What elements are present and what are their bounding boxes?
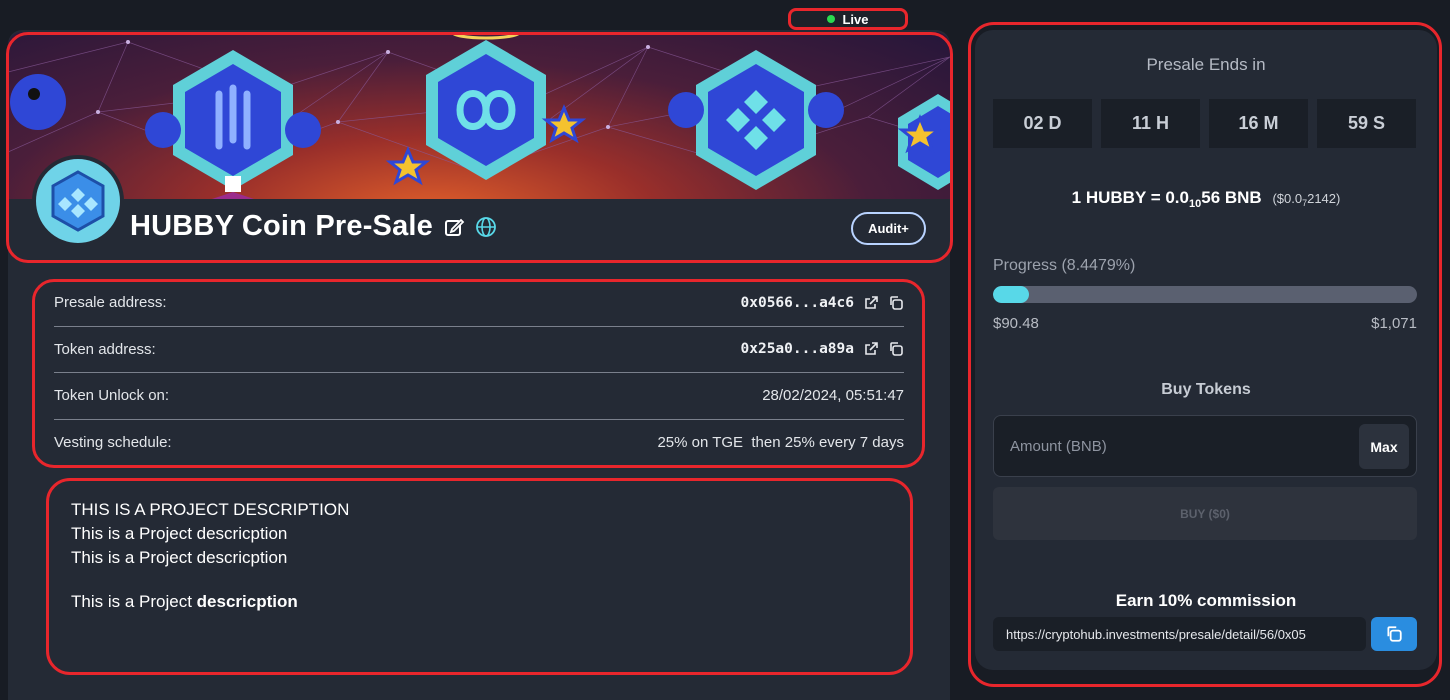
price-main: 1 HUBBY = 0.0	[1071, 188, 1189, 207]
project-description: THIS IS A PROJECT DESCRIPTION This is a …	[71, 498, 349, 614]
copy-icon[interactable]	[888, 295, 904, 311]
audit-button[interactable]: Audit+	[851, 212, 926, 245]
token-address-label: Token address:	[54, 340, 156, 358]
presale-address-value: 0x0566...a4c6	[740, 294, 855, 311]
price-usd-zero-count: 7	[1302, 198, 1308, 208]
presale-ends-label: Presale Ends in	[1146, 55, 1266, 74]
website-globe-icon[interactable]	[475, 216, 497, 238]
earn-commission-title: Earn 10% commission	[1115, 591, 1297, 610]
buy-button[interactable]: BUY ($0)	[993, 487, 1417, 540]
description-bold-text: descricption	[196, 592, 298, 611]
description-line: This is a Project descricption	[71, 548, 288, 567]
amount-field: Max	[993, 415, 1417, 477]
amount-input[interactable]	[994, 416, 1354, 476]
progress-bar	[993, 286, 1417, 303]
presale-address-row: Presale address: 0x0566...a4c6	[54, 280, 904, 327]
description-line: This is a Project descricption	[71, 524, 288, 543]
project-logo-icon	[51, 170, 105, 232]
countdown-seconds: 59 S	[1317, 99, 1416, 148]
live-status-dot	[827, 15, 836, 23]
live-status-badge: Live	[788, 8, 908, 30]
project-avatar	[32, 155, 124, 247]
countdown-timer: 02 D 11 H 16 M 59 S	[993, 99, 1416, 148]
price-tail: 56 BNB	[1201, 188, 1262, 207]
price-usd: ($0.072142)	[1272, 191, 1341, 208]
project-title-row: HUBBY Coin Pre-Sale	[130, 210, 497, 243]
max-button[interactable]: Max	[1359, 424, 1409, 469]
countdown-minutes: 16 M	[1209, 99, 1308, 148]
token-address-row: Token address: 0x25a0...a89a	[54, 327, 905, 373]
project-banner	[8, 32, 950, 199]
vesting-schedule-row: Vesting schedule: 25% on TGE then 25% ev…	[54, 420, 904, 467]
external-link-icon[interactable]	[863, 295, 879, 311]
progress-label: Progress (8.4479%)	[993, 257, 1136, 274]
progress-bar-fill	[993, 286, 1029, 303]
vesting-schedule-label: Vesting schedule:	[54, 434, 172, 452]
token-unlock-label: Token Unlock on:	[54, 387, 170, 405]
price-zero-count: 10	[1188, 198, 1202, 210]
description-heading: THIS IS A PROJECT DESCRIPTION	[71, 500, 350, 519]
price-usd-tail: 2142)	[1307, 191, 1341, 206]
presale-address-label: Presale address:	[54, 294, 167, 312]
price-usd-prefix: ($0.0	[1272, 191, 1303, 206]
progress-hardcap: $1,071	[1371, 315, 1417, 332]
edit-icon[interactable]	[443, 216, 465, 238]
vesting-schedule-value: 25% on TGE then 25% every 7 days	[657, 434, 904, 452]
progress-raised: $90.48	[993, 315, 1039, 332]
copy-referral-button[interactable]	[1371, 617, 1417, 651]
token-unlock-value: 28/02/2024, 05:51:47	[762, 387, 904, 405]
presale-address-value-group: 0x0566...a4c6	[741, 295, 905, 311]
presale-info-table: Presale address: 0x0566...a4c6 Token add…	[54, 280, 904, 466]
external-link-icon[interactable]	[863, 341, 879, 357]
buy-tokens-title: Buy Tokens	[1161, 381, 1251, 398]
countdown-hours: 11 H	[1101, 99, 1200, 148]
description-text: This is a Project	[71, 592, 197, 611]
token-address-value: 0x25a0...a89a	[740, 341, 855, 358]
banner-artwork	[8, 32, 950, 199]
live-status-label: Live	[842, 11, 869, 27]
description-line: This is a Project descricption	[71, 590, 349, 614]
referral-link-input[interactable]	[993, 617, 1366, 651]
copy-icon[interactable]	[888, 341, 904, 357]
copy-icon	[1387, 626, 1402, 642]
token-unlock-row: Token Unlock on: 28/02/2024, 05:51:47	[54, 373, 904, 420]
project-title: HUBBY Coin Pre-Sale	[130, 210, 434, 242]
countdown-days: 02 D	[993, 99, 1092, 148]
token-address-value-group: 0x25a0...a89a	[741, 341, 905, 357]
token-price: 1 HUBBY = 0.01056 BNB ($0.072142)	[975, 188, 1437, 210]
